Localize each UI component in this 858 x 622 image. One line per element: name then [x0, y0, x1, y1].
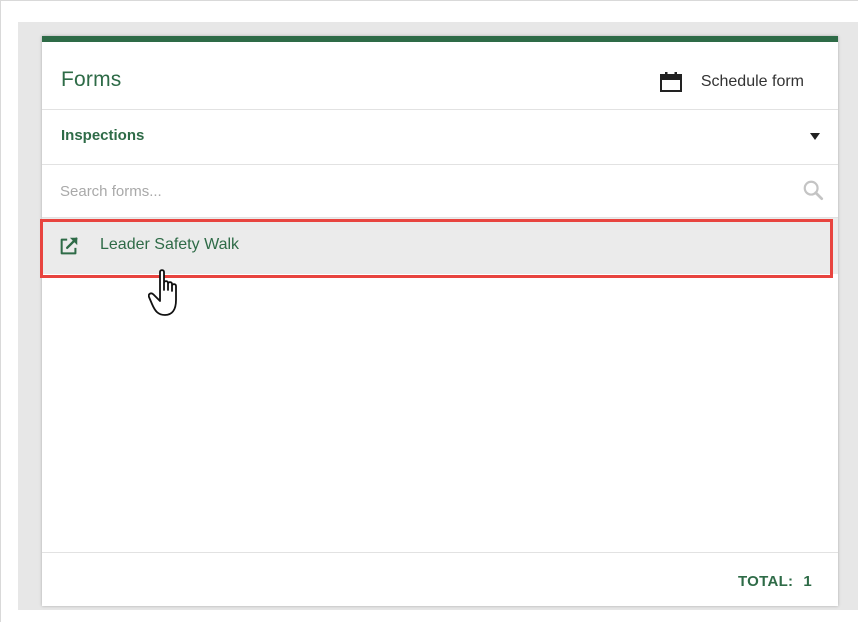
forms-panel: Forms Schedule form Inspections Search f… — [42, 36, 838, 606]
category-selected-label: Inspections — [61, 127, 145, 144]
frame-border-left — [0, 0, 1, 622]
forms-list: Leader Safety Walk — [42, 218, 838, 552]
panel-title: Forms — [61, 68, 122, 91]
panel-header: Forms Schedule form — [42, 42, 838, 110]
form-item-label: Leader Safety Walk — [100, 236, 240, 253]
search-bar — [42, 165, 838, 218]
schedule-form-button[interactable]: Schedule form — [659, 69, 804, 95]
total-count: TOTAL: 1 — [738, 573, 812, 590]
calendar-icon — [659, 72, 682, 92]
form-item-leader-safety-walk[interactable]: Leader Safety Walk — [42, 218, 838, 274]
schedule-form-label: Schedule form — [700, 73, 804, 90]
total-value: 1 — [803, 573, 812, 590]
frame-border-top — [0, 0, 858, 1]
search-input[interactable] — [60, 179, 760, 203]
caret-down-icon — [810, 133, 820, 140]
panel-footer: TOTAL: 1 — [42, 552, 838, 607]
search-icon[interactable] — [802, 179, 824, 201]
category-dropdown[interactable]: Inspections — [42, 110, 838, 165]
external-link-icon — [60, 237, 78, 255]
total-label: TOTAL: — [737, 573, 794, 590]
